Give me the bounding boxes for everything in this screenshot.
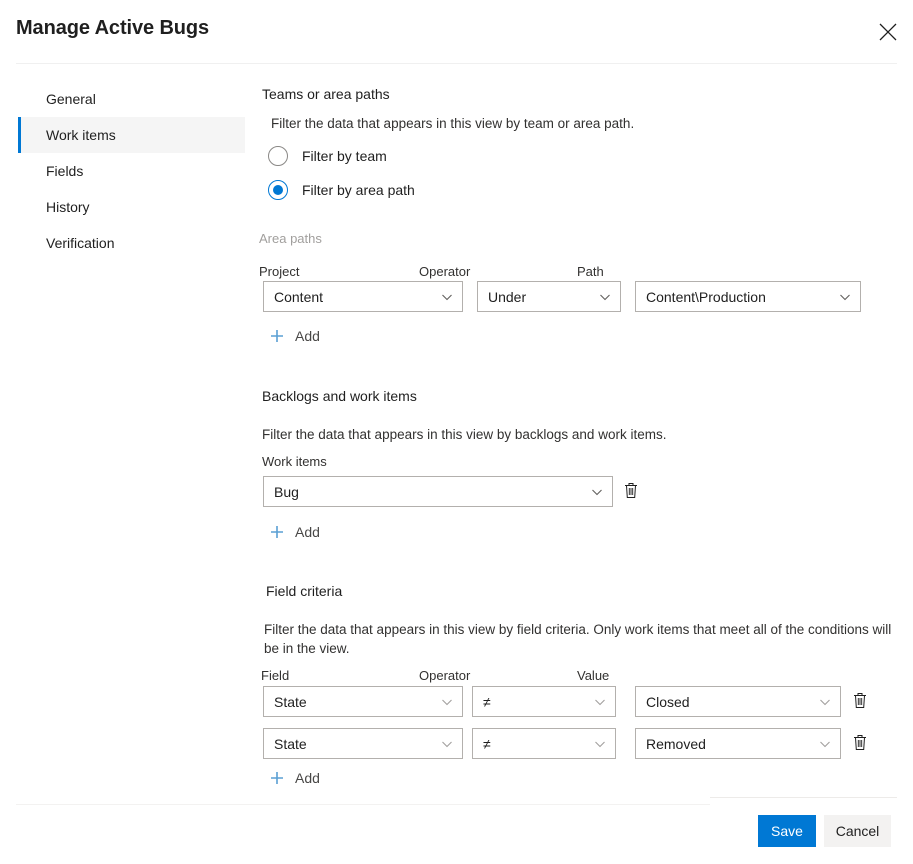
dropdown-value: Removed <box>646 735 706 752</box>
area-paths-column-path: Path <box>577 264 604 279</box>
sidebar-item-work-items[interactable]: Work items <box>18 117 245 153</box>
field-criteria-column-value: Value <box>577 668 610 683</box>
area-paths-column-project: Project <box>259 264 300 279</box>
sidebar-item-history[interactable]: History <box>18 189 245 225</box>
chevron-down-icon <box>818 695 832 709</box>
manage-active-bugs-dialog: Manage Active Bugs General Work items Fi… <box>0 0 913 864</box>
radio-indicator <box>268 146 288 166</box>
teams-or-area-paths-description: Filter the data that appears in this vie… <box>271 116 635 131</box>
field-criteria-field-dropdown[interactable]: State <box>263 728 463 759</box>
plus-icon <box>269 524 285 540</box>
add-work-item-button[interactable]: Add <box>269 521 320 543</box>
chevron-down-icon <box>593 695 607 709</box>
close-button[interactable] <box>866 10 910 54</box>
dropdown-value: State <box>274 693 307 710</box>
field-criteria-column-operator: Operator <box>419 668 471 683</box>
radio-filter-by-area-path[interactable]: Filter by area path <box>268 180 415 200</box>
chevron-down-icon <box>838 290 852 304</box>
footer-divider-right <box>710 797 897 798</box>
settings-content: Teams or area paths Filter the data that… <box>245 64 913 805</box>
field-criteria-value-dropdown[interactable]: Removed <box>635 728 841 759</box>
chevron-down-icon <box>440 695 454 709</box>
page-title: Manage Active Bugs <box>16 17 210 39</box>
plus-icon <box>269 328 285 344</box>
dropdown-value: Content\Production <box>646 288 766 305</box>
save-button[interactable]: Save <box>758 815 816 847</box>
sidebar-item-label: Verification <box>46 235 115 251</box>
chevron-down-icon <box>440 737 454 751</box>
sidebar-item-fields[interactable]: Fields <box>18 153 245 189</box>
backlogs-and-work-items-description: Filter the data that appears in this vie… <box>262 427 667 442</box>
field-criteria-operator-dropdown[interactable]: ≠ <box>472 686 616 717</box>
trash-icon <box>852 734 868 754</box>
chevron-down-icon <box>440 290 454 304</box>
dropdown-value: Bug <box>274 483 299 500</box>
trash-icon <box>852 692 868 712</box>
sidebar-item-label: Fields <box>46 163 84 179</box>
chevron-down-icon <box>593 737 607 751</box>
radio-filter-by-team[interactable]: Filter by team <box>268 146 387 166</box>
work-items-column-header: Work items <box>262 454 327 469</box>
add-label: Add <box>295 770 320 786</box>
area-paths-group-label: Area paths <box>259 231 322 246</box>
sidebar-item-verification[interactable]: Verification <box>18 225 245 261</box>
chevron-down-icon <box>818 737 832 751</box>
sidebar: General Work items Fields History Verifi… <box>0 64 245 261</box>
add-label: Add <box>295 524 320 540</box>
dropdown-value: State <box>274 735 307 752</box>
plus-icon <box>269 770 285 786</box>
area-path-path-dropdown[interactable]: Content\Production <box>635 281 861 312</box>
sidebar-item-label: History <box>46 199 90 215</box>
backlogs-and-work-items-heading: Backlogs and work items <box>262 388 417 404</box>
area-path-operator-dropdown[interactable]: Under <box>477 281 621 312</box>
dropdown-value: Closed <box>646 693 690 710</box>
field-criteria-field-dropdown[interactable]: State <box>263 686 463 717</box>
dropdown-value: Content <box>274 288 324 305</box>
radio-label: Filter by team <box>302 148 387 164</box>
add-label: Add <box>295 328 320 344</box>
chevron-down-icon <box>598 290 612 304</box>
dropdown-value: ≠ <box>483 735 491 752</box>
field-criteria-column-field: Field <box>261 668 290 683</box>
sidebar-item-general[interactable]: General <box>18 81 245 117</box>
dropdown-value: ≠ <box>483 693 491 710</box>
field-criteria-description: Filter the data that appears in this vie… <box>264 622 892 656</box>
dialog-body: General Work items Fields History Verifi… <box>0 64 913 805</box>
dropdown-value: Under <box>488 288 527 305</box>
chevron-down-icon <box>590 485 604 499</box>
add-area-path-button[interactable]: Add <box>269 325 320 347</box>
delete-work-item-button[interactable] <box>619 480 643 504</box>
radio-label: Filter by area path <box>302 182 415 198</box>
field-criteria-heading: Field criteria <box>266 583 343 599</box>
add-field-criteria-button[interactable]: Add <box>269 767 320 789</box>
dialog-header: Manage Active Bugs <box>0 0 913 63</box>
field-criteria-operator-dropdown[interactable]: ≠ <box>472 728 616 759</box>
trash-icon <box>623 482 639 502</box>
radio-indicator <box>268 180 288 200</box>
field-criteria-value-dropdown[interactable]: Closed <box>635 686 841 717</box>
delete-field-criteria-button[interactable] <box>848 690 872 714</box>
close-icon <box>878 22 898 42</box>
area-path-project-dropdown[interactable]: Content <box>263 281 463 312</box>
delete-field-criteria-button[interactable] <box>848 732 872 756</box>
sidebar-item-label: General <box>46 91 96 107</box>
work-items-dropdown[interactable]: Bug <box>263 476 613 507</box>
area-paths-column-operator: Operator <box>419 264 471 279</box>
sidebar-item-label: Work items <box>46 127 116 143</box>
cancel-button[interactable]: Cancel <box>824 815 891 847</box>
teams-or-area-paths-heading: Teams or area paths <box>262 86 390 102</box>
